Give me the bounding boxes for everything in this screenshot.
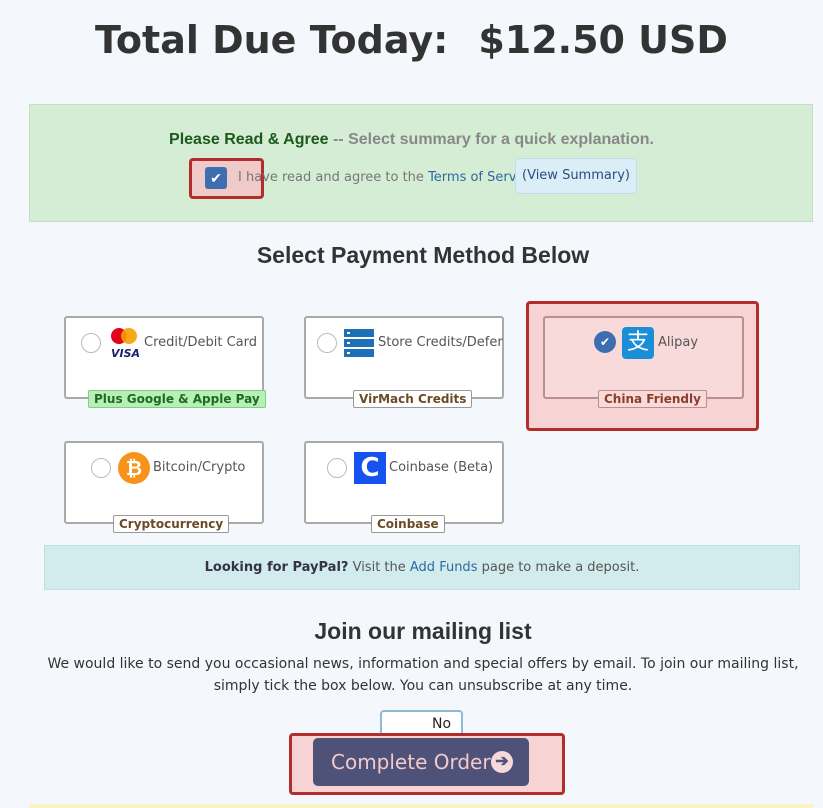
terms-agreement-panel [29,104,813,222]
total-due-heading: Total Due Today: $12.50 USD [0,18,823,62]
payment-radio-card[interactable] [81,333,101,353]
total-due-label: Total Due Today: [95,18,449,62]
bitcoin-icon: ₿ [118,452,150,484]
mailing-toggle-label: No [432,716,452,732]
checkmark-icon: ✔ [599,335,611,349]
paypal-notice-text-before: Visit the [348,560,410,575]
terms-checkbox-text: I have read and agree to the [238,170,424,185]
arrow-right-icon: ➔ [491,751,513,773]
payment-badge-credits: VirMach Credits [353,390,473,408]
mailing-list-description: We would like to send you occasional new… [47,656,799,694]
payment-label-alipay: Alipay [658,335,699,350]
add-funds-link[interactable]: Add Funds [410,560,478,575]
terms-agreement-heading: Please Read & Agree -- Select summary fo… [0,131,823,149]
payment-radio-coinbase[interactable] [327,458,347,478]
payment-badge-bitcoin: Cryptocurrency [113,515,230,533]
coinbase-icon: C [354,452,386,484]
svg-text:VISA: VISA [111,347,140,360]
payment-badge-coinbase: Coinbase [371,515,445,533]
agreement-subheading: -- Select summary for a quick explanatio… [332,131,654,148]
payment-method-title: Select Payment Method Below [256,242,590,268]
mailing-list-title: Join our mailing list [314,618,532,644]
payment-badge-card: Plus Google & Apple Pay [88,390,266,408]
terms-checkbox-label: I have read and agree to the Terms of Se… [238,170,535,185]
payment-option-card[interactable] [64,316,264,399]
payment-label-coinbase: Coinbase (Beta) [389,460,494,475]
payment-label-card: Credit/Debit Card [144,335,257,350]
paypal-notice-bold: Looking for PayPal? [204,560,349,575]
payment-option-bitcoin[interactable] [64,441,264,524]
terms-checkbox[interactable]: ✔ [205,167,227,189]
alipay-icon: 支 [622,327,654,359]
paypal-notice-text-after: page to make a deposit. [477,560,640,575]
complete-order-label: Complete Order [331,750,491,774]
checkmark-icon: ✔ [210,170,222,186]
view-summary-button[interactable]: (View Summary) [515,158,637,194]
payment-label-bitcoin: Bitcoin/Crypto [153,460,246,475]
server-stack-icon [343,328,375,358]
agreement-heading-strong: Please Read & Agree [169,131,329,148]
payment-option-credits[interactable] [304,316,504,399]
payment-badge-alipay: China Friendly [598,390,707,408]
total-due-amount: $12.50 USD [478,18,728,62]
bottom-notice-strip [29,804,813,808]
payment-option-coinbase[interactable] [304,441,504,524]
payment-label-credits: Store Credits/Defer [378,335,503,350]
payment-radio-bitcoin[interactable] [91,458,111,478]
paypal-notice: Looking for PayPal? Visit the Add Funds … [44,545,800,590]
payment-radio-credits[interactable] [317,333,337,353]
mastercard-visa-icon: VISA [108,326,140,360]
payment-radio-alipay[interactable]: ✔ [594,331,616,353]
